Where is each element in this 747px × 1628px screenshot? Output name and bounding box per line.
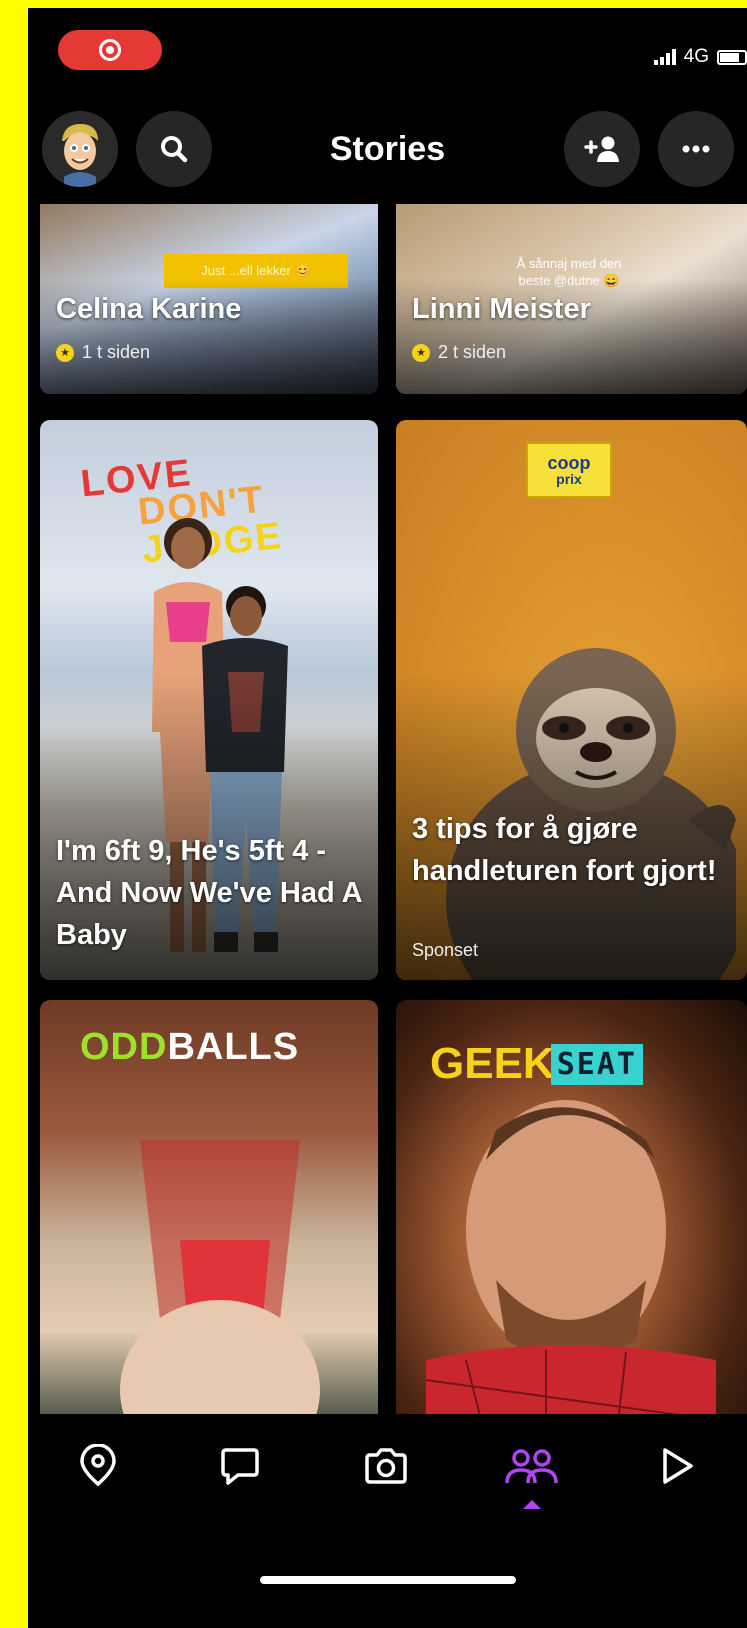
star-icon: ★ <box>412 343 430 362</box>
story-time: 1 t siden <box>82 342 151 362</box>
bottom-nav <box>28 1414 747 1628</box>
story-time: 2 t siden <box>438 342 507 362</box>
show-logo: GEEK SEAT <box>430 1042 643 1086</box>
home-indicator[interactable] <box>260 1576 516 1584</box>
discover-card[interactable]: coop prix 3 tips for å gjøre handleturen… <box>396 420 747 980</box>
network-label: 4G <box>683 46 709 67</box>
story-title: Celina Karine <box>56 293 242 325</box>
stories-icon <box>505 1449 558 1484</box>
battery-icon <box>717 49 747 65</box>
more-button[interactable] <box>658 111 734 187</box>
phone-screen: 4G Stories Just ...ell lekker 😊 Celina K… <box>28 8 747 1628</box>
stories-grid: Just ...ell lekker 😊 Celina Karine ★ 1 t… <box>28 204 747 1414</box>
more-icon <box>682 145 710 153</box>
header: Stories <box>28 108 747 192</box>
bitmoji-icon <box>42 111 118 187</box>
star-icon: ★ <box>56 343 74 362</box>
avatar[interactable] <box>42 111 118 187</box>
status-icons: 4G <box>653 46 747 68</box>
signal-icon <box>653 49 676 65</box>
sponsor-logo: coop prix <box>526 442 612 498</box>
nav-spotlight[interactable] <box>644 1434 708 1498</box>
chat-icon <box>221 1448 259 1485</box>
story-meta: ★ 1 t siden <box>56 342 150 363</box>
story-title: I'm 6ft 9, He's 5ft 4 - And Now We've Ha… <box>56 835 362 952</box>
discover-card[interactable]: GEEK SEAT <box>396 1000 747 1414</box>
actor-illustration <box>426 1100 716 1414</box>
sponsored-label: Sponset <box>412 940 479 960</box>
story-title: 3 tips for å gjøre handleturen fort gjor… <box>412 813 717 888</box>
nav-camera[interactable] <box>354 1434 418 1498</box>
spotlight-icon <box>663 1448 693 1484</box>
active-tab-indicator <box>523 1500 541 1509</box>
story-card[interactable]: Just ...ell lekker 😊 Celina Karine ★ 1 t… <box>40 204 378 394</box>
discover-card[interactable]: LOVE DON'T JUDGE I'm 6ft 9, He's 5ft 4 -… <box>40 420 378 980</box>
camera-icon <box>365 1448 407 1484</box>
screen-recording-indicator[interactable] <box>58 30 162 70</box>
show-logo: ODDBALLS <box>80 1026 300 1068</box>
nav-map[interactable] <box>66 1434 130 1498</box>
hair-dye-illustration <box>120 1140 320 1414</box>
map-icon <box>80 1444 116 1487</box>
record-icon <box>99 39 121 61</box>
search-button[interactable] <box>136 111 212 187</box>
add-friend-button[interactable] <box>564 111 640 187</box>
story-card[interactable]: Å sånnaj med den beste @dutne 😄 Linni Me… <box>396 204 747 394</box>
story-title: Linni Meister <box>412 293 591 325</box>
nav-stories[interactable] <box>500 1434 564 1498</box>
search-icon <box>161 136 188 163</box>
status-bar: 4G <box>28 8 747 98</box>
discover-card[interactable]: ODDBALLS <box>40 1000 378 1414</box>
story-meta: ★ 2 t siden <box>412 342 506 363</box>
add-friend-icon <box>584 136 619 162</box>
nav-chat[interactable] <box>208 1434 272 1498</box>
